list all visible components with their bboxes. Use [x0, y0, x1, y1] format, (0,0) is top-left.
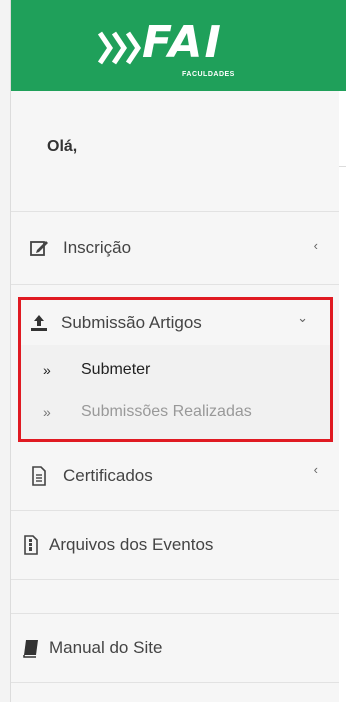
double-chevron-icon: » — [43, 404, 51, 420]
content-separator — [339, 166, 346, 167]
user-panel: Olá, — [11, 91, 340, 212]
file-archive-icon — [24, 535, 38, 555]
menu-label-certificados: Certificados — [63, 466, 153, 485]
edit-icon — [30, 241, 48, 256]
menu-spacer — [11, 580, 340, 614]
menu-item-submissao[interactable]: Submissão Artigos ⌄ — [21, 300, 330, 345]
upload-icon — [31, 314, 47, 331]
brand-logo[interactable]: FAI FACULDADES — [98, 17, 268, 85]
content-edge — [339, 0, 346, 702]
book-icon — [23, 640, 38, 658]
menu-label-manual: Manual do Site — [49, 638, 163, 657]
menu-item-arquivos[interactable]: Arquivos dos Eventos — [11, 511, 340, 580]
submenu-label-submeter: Submeter — [81, 361, 151, 378]
header-bar-extension — [339, 0, 346, 91]
chevron-left-icon: ‹ — [313, 462, 318, 477]
submenu-item-submissoes-realizadas[interactable]: » Submissões Realizadas — [21, 391, 330, 433]
menu-label-submissao: Submissão Artigos — [61, 312, 202, 332]
logo-text: FAI — [142, 17, 223, 68]
chevron-down-icon: ⌄ — [297, 310, 308, 325]
brand-header: FAI FACULDADES — [11, 0, 340, 91]
submissao-highlight-box: Submissão Artigos ⌄ » Submeter » Submiss… — [18, 297, 333, 442]
menu-label-arquivos: Arquivos dos Eventos — [49, 535, 214, 554]
logo-chevrons-icon — [98, 31, 142, 65]
logo-subtitle: FACULDADES — [182, 71, 235, 78]
sidebar: FAI FACULDADES Olá, Inscrição ‹ Submissã… — [10, 0, 341, 702]
user-greeting: Olá, — [47, 138, 78, 155]
left-edge-strip — [0, 0, 10, 702]
menu-item-manual[interactable]: Manual do Site — [11, 614, 340, 683]
submenu-label-submissoes-realizadas: Submissões Realizadas — [81, 403, 252, 420]
menu-label-inscricao: Inscrição — [63, 238, 132, 257]
submenu-submissao: » Submeter » Submissões Realizadas — [21, 345, 330, 439]
submenu-item-submeter[interactable]: » Submeter — [21, 349, 330, 391]
chevron-left-icon: ‹ — [313, 238, 318, 253]
document-icon — [32, 466, 46, 486]
menu-item-inscricao[interactable]: Inscrição ‹ — [11, 212, 340, 285]
double-chevron-icon: » — [43, 362, 51, 378]
menu-item-certificados[interactable]: Certificados ‹ — [11, 442, 340, 511]
